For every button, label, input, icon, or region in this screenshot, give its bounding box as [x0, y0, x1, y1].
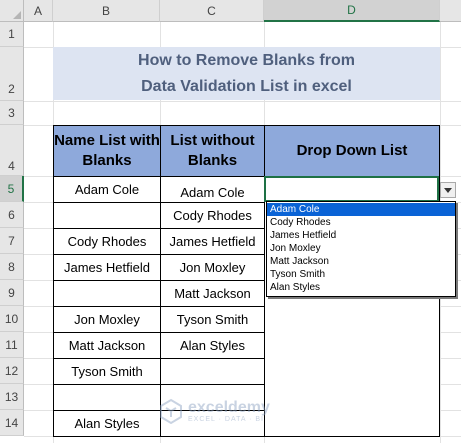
- cell-b5[interactable]: Adam Cole: [53, 176, 161, 203]
- dropdown-arrow-button[interactable]: [440, 182, 456, 198]
- cell-c11[interactable]: Alan Styles: [160, 332, 265, 359]
- cell-c5[interactable]: Adam Cole: [160, 176, 265, 203]
- dropdown-option[interactable]: Adam Cole: [267, 203, 455, 216]
- cell-b6[interactable]: [53, 202, 161, 229]
- column-header-e[interactable]: [440, 0, 461, 22]
- cell-b10[interactable]: Jon Moxley: [53, 306, 161, 333]
- row-header-7[interactable]: 7: [0, 228, 24, 254]
- sheet-title[interactable]: How to Remove Blanks from Data Validatio…: [53, 47, 440, 100]
- dropdown-option[interactable]: Tyson Smith: [267, 268, 455, 281]
- watermark-brand: exceldemy: [188, 398, 270, 416]
- column-header-d[interactable]: D: [264, 0, 440, 22]
- select-all-corner[interactable]: [0, 0, 24, 22]
- dropdown-option[interactable]: Jon Moxley: [267, 242, 455, 255]
- row-header-8[interactable]: 8: [0, 254, 24, 280]
- cell-b8[interactable]: James Hetfield: [53, 254, 161, 281]
- row-header-14[interactable]: 14: [0, 410, 24, 436]
- header-name-list-with-blanks[interactable]: Name List with Blanks: [53, 125, 161, 177]
- column-header-b[interactable]: B: [53, 0, 160, 22]
- cell-b9[interactable]: [53, 280, 161, 307]
- row-header-4[interactable]: 4: [0, 125, 24, 176]
- header-list-without-blanks[interactable]: List without Blanks: [160, 125, 265, 177]
- row-header-13[interactable]: 13: [0, 384, 24, 410]
- cell-b12[interactable]: Tyson Smith: [53, 358, 161, 385]
- column-header-a[interactable]: A: [24, 0, 53, 22]
- watermark: exceldemy EXCEL · DATA · BI: [158, 394, 328, 428]
- dropdown-option[interactable]: Matt Jackson: [267, 255, 455, 268]
- active-cell-d5[interactable]: [264, 176, 439, 202]
- chevron-down-icon: [444, 187, 452, 193]
- row-header-2[interactable]: 2: [0, 47, 24, 101]
- dropdown-list[interactable]: Adam Cole Cody Rhodes James Hetfield Jon…: [266, 201, 456, 297]
- row-header-11[interactable]: 11: [0, 332, 24, 358]
- cell-b14[interactable]: Alan Styles: [53, 410, 161, 437]
- row-header-6[interactable]: 6: [0, 202, 24, 228]
- row-header-12[interactable]: 12: [0, 358, 24, 384]
- cell-b13[interactable]: [53, 384, 161, 411]
- cell-c6[interactable]: Cody Rhodes: [160, 202, 265, 229]
- cell-b7[interactable]: Cody Rhodes: [53, 228, 161, 255]
- dropdown-option[interactable]: Alan Styles: [267, 281, 455, 294]
- cell-c7[interactable]: James Hetfield: [160, 228, 265, 255]
- exceldemy-logo-icon: [160, 398, 182, 424]
- row-header-3[interactable]: 3: [0, 101, 24, 125]
- gridline: [24, 101, 461, 102]
- column-header-c[interactable]: C: [160, 0, 264, 22]
- header-drop-down-list[interactable]: Drop Down List: [264, 125, 440, 177]
- cell-c12[interactable]: [160, 358, 265, 385]
- row-header-10[interactable]: 10: [0, 306, 24, 332]
- title-line-2: Data Validation List in excel: [141, 77, 352, 95]
- dropdown-option[interactable]: Cody Rhodes: [267, 216, 455, 229]
- dropdown-option[interactable]: James Hetfield: [267, 229, 455, 242]
- cell-b11[interactable]: Matt Jackson: [53, 332, 161, 359]
- title-line-1: How to Remove Blanks from: [138, 51, 355, 69]
- cell-c10[interactable]: Tyson Smith: [160, 306, 265, 333]
- row-header-5[interactable]: 5: [0, 176, 24, 202]
- cell-c9[interactable]: Matt Jackson: [160, 280, 265, 307]
- row-header-9[interactable]: 9: [0, 280, 24, 306]
- row-header-1[interactable]: 1: [0, 22, 24, 47]
- spreadsheet: A B C D 1 2 3 4 5 6 7 8 9 10 11 12 13 14…: [0, 0, 461, 443]
- watermark-tagline: EXCEL · DATA · BI: [188, 415, 264, 423]
- cell-c8[interactable]: Jon Moxley: [160, 254, 265, 281]
